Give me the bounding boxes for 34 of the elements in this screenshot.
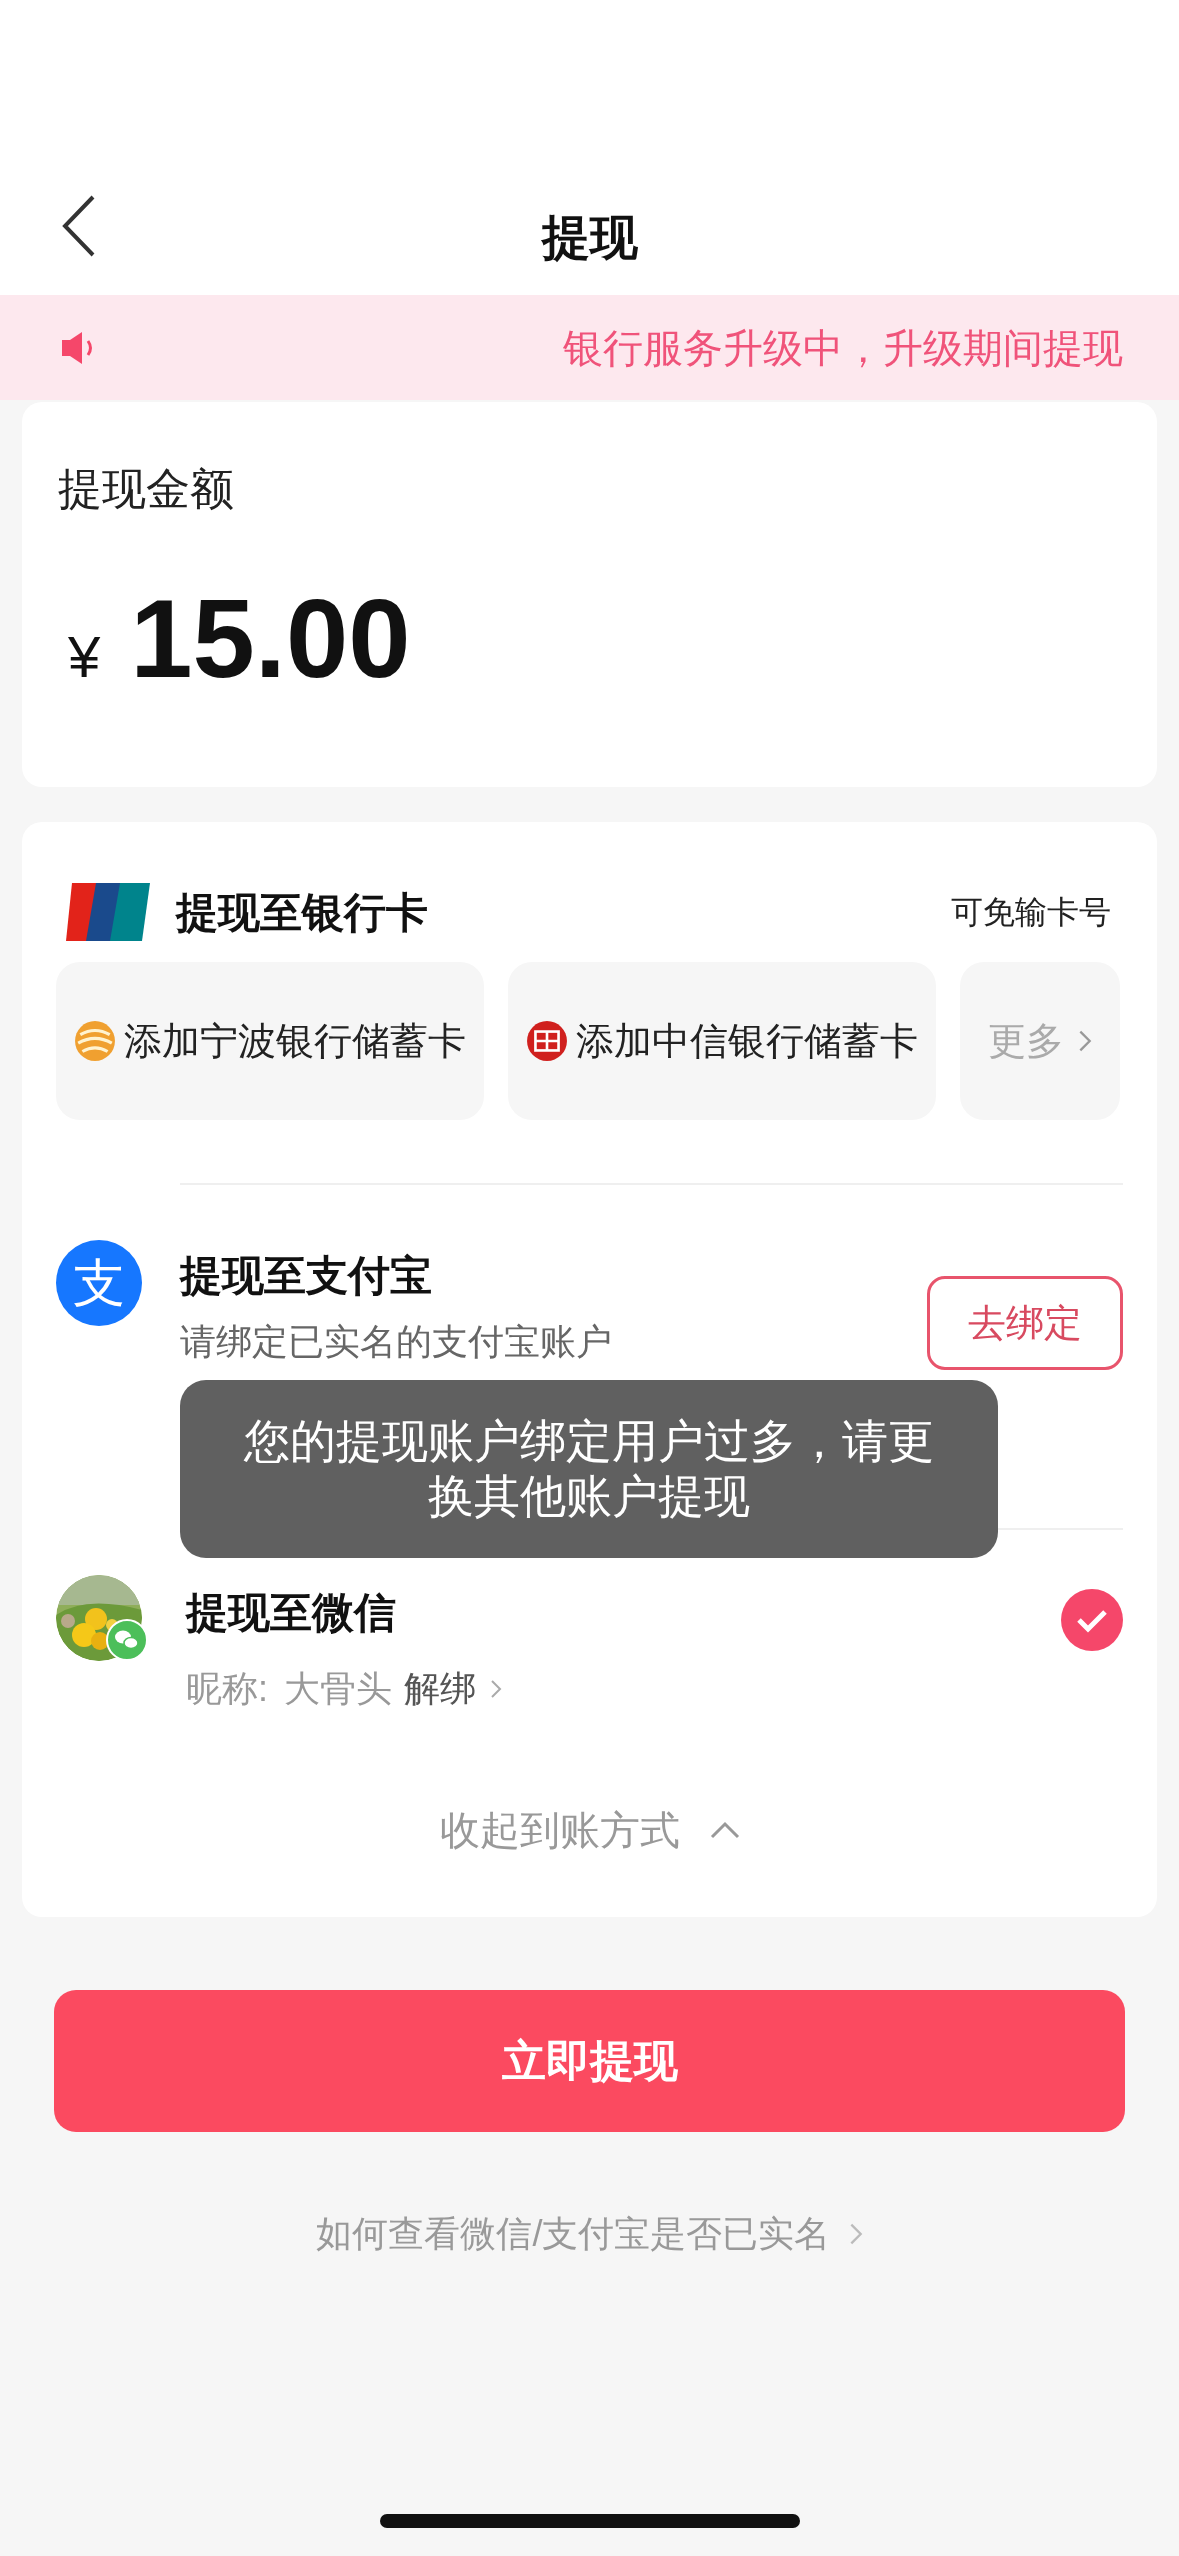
subtitle-text: 请绑定已实名的支付宝账户 xyxy=(180,1320,612,1364)
amount-value: 15.00 xyxy=(130,583,411,695)
chat-badge-icon xyxy=(106,1619,148,1661)
method-title: 提现至支付宝 xyxy=(180,1251,433,1301)
chip-label: 添加宁波银行储蓄卡 xyxy=(124,1018,466,1064)
bind-button[interactable]: 去绑定 xyxy=(927,1276,1123,1370)
chevron-icon xyxy=(848,2221,863,2247)
bank-chip[interactable]: 添加宁波银行储蓄卡 xyxy=(56,962,484,1120)
bank-logo-icon xyxy=(74,1020,116,1062)
bank-chip[interactable]: 添加中信银行储蓄卡 xyxy=(508,962,936,1120)
check-icon[interactable] xyxy=(1061,1589,1123,1651)
note-text: 可免输卡号 xyxy=(951,893,1111,932)
chevron-icon xyxy=(490,1678,502,1700)
nickname-label: 昵称: xyxy=(186,1667,268,1711)
bank-logo-icon xyxy=(526,1020,568,1062)
chip-label: 添加中信银行储蓄卡 xyxy=(576,1018,918,1064)
chevron-icon xyxy=(1078,1028,1092,1054)
page-title: 提现 xyxy=(541,209,638,266)
notice-text: 银行服务升级中，升级期间提现 xyxy=(563,324,1123,372)
collapse-toggle[interactable]: 收起到账方式 xyxy=(439,1800,740,1860)
method-title: 提现至微信 xyxy=(186,1588,397,1638)
withdraw-button[interactable]: 立即提现 xyxy=(54,1990,1125,2132)
wallet-logo-icon: 支 xyxy=(56,1240,142,1326)
method-title: 提现至银行卡 xyxy=(176,887,428,938)
more-chip[interactable]: 更多 xyxy=(960,962,1120,1120)
help-link[interactable]: 如何查看微信/支付宝是否已实名 xyxy=(316,2207,863,2261)
nickname-text: 大骨头 xyxy=(284,1667,392,1711)
toast: 您的提现账户绑定用户过多，请更换其他账户提现 xyxy=(180,1380,998,1559)
caret-icon xyxy=(709,1821,740,1839)
currency-symbol: ¥ xyxy=(68,623,101,691)
back-icon[interactable] xyxy=(62,195,96,257)
amount-label: 提现金额 xyxy=(58,467,235,511)
card-logo-icon xyxy=(66,883,150,941)
unbind-link[interactable]: 解绑 xyxy=(404,1662,502,1716)
